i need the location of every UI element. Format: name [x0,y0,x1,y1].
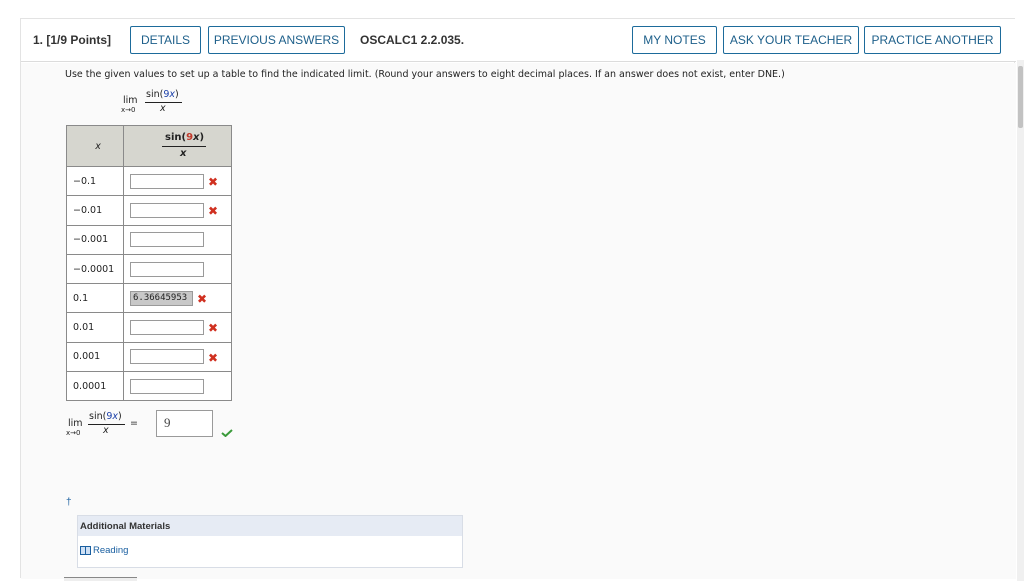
scrollbar[interactable] [1017,60,1024,581]
equals-sign: = [130,418,138,429]
question-header: 1. [1/9 Points] DETAILS PREVIOUS ANSWERS… [21,19,1016,62]
ask-your-teacher-button[interactable]: ASK YOUR TEACHER [723,26,859,54]
table-row: −0.01 ✖ [66,195,232,226]
lim-numerator: sin(9x) [146,89,179,100]
incorrect-icon: ✖ [197,292,208,307]
question-prompt: Use the given values to set up a table t… [65,69,785,80]
practice-another-button[interactable]: PRACTICE ANOTHER [864,26,1001,54]
previous-answers-button[interactable]: PREVIOUS ANSWERS [208,26,345,54]
limit-expression: lim x→0 sin(9x) x [121,89,191,117]
assignment-code: OSCALC1 2.2.035. [360,33,465,47]
table-row: 0.0001 [66,371,232,402]
my-notes-button[interactable]: MY NOTES [632,26,717,54]
x-value: 0.01 [66,312,124,343]
table-header-f: sin(9x) x [123,125,232,167]
header-numerator: sin(9x) [165,132,205,143]
additional-materials: Additional Materials Reading [77,515,463,568]
correct-check-icon [221,429,233,437]
final-numerator: sin(9x) [89,411,122,422]
scrollbar-thumb[interactable] [1018,66,1023,128]
x-value: 0.0001 [66,371,124,402]
table-row: 0.01 ✖ [66,312,232,343]
next-question-edge [64,577,137,581]
incorrect-icon: ✖ [208,204,219,219]
x-value: 0.001 [66,341,124,373]
x-value: −0.0001 [66,253,124,285]
answer-input[interactable] [130,378,204,394]
incorrect-icon: ✖ [208,350,219,365]
answer-input[interactable] [130,261,204,277]
answer-input[interactable] [130,202,204,218]
lim-denominator: x [160,103,166,114]
x-value: −0.001 [66,224,124,255]
question-card: 1. [1/9 Points] DETAILS PREVIOUS ANSWERS… [20,18,1016,579]
answer-input[interactable] [130,232,204,248]
table-header-x: x [66,125,124,167]
details-button[interactable]: DETAILS [130,26,201,54]
x-value: 0.1 [66,283,124,314]
value-table: x sin(9x) x −0.1 ✖ −0.01 ✖ −0.001 −0.000… [66,125,232,402]
answer-input[interactable] [130,349,204,365]
additional-materials-title: Additional Materials [78,516,462,536]
table-row: 0.1 6.36645953 ✖ [66,283,232,314]
final-limit-expression: lim x→0 sin(9x) x = [66,411,138,437]
footnote-dagger[interactable]: † [66,497,72,508]
reading-link[interactable]: Reading [80,545,128,556]
final-answer-input[interactable]: 9 [156,410,213,437]
x-value: −0.1 [66,165,124,197]
incorrect-icon: ✖ [208,321,219,336]
table-row: −0.1 ✖ [66,165,232,197]
lim-approach: x→0 [121,106,136,114]
final-limit: lim x→0 sin(9x) x = 9 [66,410,266,450]
table-row: −0.0001 [66,253,232,285]
answer-input[interactable]: 6.36645953 [130,290,193,306]
incorrect-icon: ✖ [208,175,219,189]
book-icon [80,545,91,555]
answer-input[interactable] [130,320,204,336]
answer-input[interactable] [130,173,204,189]
x-value: −0.01 [66,195,124,226]
table-row: 0.001 ✖ [66,341,232,373]
question-number: 1. [1/9 Points] [33,33,112,47]
question-body: Use the given values to set up a table t… [21,63,1016,579]
lim-label: lim [123,95,138,106]
table-row: −0.001 [66,224,232,255]
